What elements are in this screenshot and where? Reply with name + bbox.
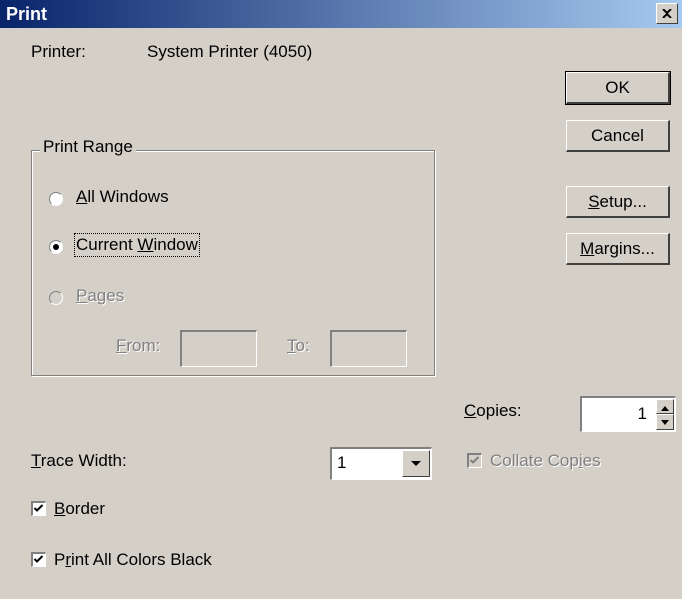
chevron-down-icon — [411, 460, 421, 466]
cancel-button[interactable]: Cancel — [566, 120, 670, 152]
all-windows-label[interactable]: All Windows — [76, 187, 169, 207]
trace-width-dropdown[interactable]: 1 — [330, 447, 432, 480]
window-title: Print — [6, 4, 48, 24]
collate-checkbox[interactable] — [467, 453, 482, 468]
checkmark-icon — [33, 504, 44, 512]
printer-label: Printer: — [31, 42, 86, 61]
copies-label: Copies: — [464, 401, 522, 420]
print-all-black-checkbox[interactable] — [31, 552, 46, 567]
current-window-label[interactable]: Current Window — [74, 233, 200, 257]
close-icon — [662, 9, 672, 18]
copies-up-button[interactable] — [656, 399, 674, 414]
collate-label[interactable]: Collate Copies — [490, 451, 601, 471]
from-label: From: — [116, 336, 161, 355]
all-windows-radio[interactable] — [49, 192, 63, 206]
setup-button[interactable]: Setup... — [566, 186, 670, 218]
from-input[interactable] — [180, 330, 257, 367]
checkmark-icon — [469, 456, 480, 464]
trace-width-label: Trace Width: — [31, 451, 127, 470]
current-window-radio[interactable] — [49, 240, 63, 254]
close-button[interactable] — [656, 3, 678, 24]
title-bar[interactable]: Print — [0, 0, 682, 28]
to-input[interactable] — [330, 330, 407, 367]
border-checkbox[interactable] — [31, 501, 46, 516]
trace-width-dropdown-button[interactable] — [402, 450, 430, 477]
ok-button[interactable]: OK — [565, 71, 671, 105]
margins-button[interactable]: Margins... — [566, 233, 670, 265]
checkmark-icon — [33, 555, 44, 563]
pages-label[interactable]: Pages — [76, 286, 124, 306]
trace-width-value: 1 — [337, 453, 347, 472]
printer-name: System Printer (4050) — [147, 42, 313, 61]
cancel-button-label: Cancel — [591, 125, 644, 145]
to-label: To: — [287, 336, 310, 355]
pages-radio[interactable] — [49, 291, 63, 305]
copies-down-button[interactable] — [656, 414, 674, 430]
setup-button-label: Setup... — [588, 191, 647, 211]
margins-button-label: Margins... — [580, 238, 655, 258]
copies-value: 1 — [637, 404, 647, 423]
border-label[interactable]: Border — [54, 499, 105, 519]
radio-selected-dot — [53, 244, 59, 250]
print-all-black-label[interactable]: Print All Colors Black — [54, 550, 212, 570]
copies-spinner[interactable]: 1 — [580, 396, 676, 432]
print-range-label: Print Range — [40, 137, 136, 157]
ok-button-label: OK — [605, 77, 630, 97]
print-dialog: Print Printer: System Printer (4050) OK … — [0, 0, 682, 599]
arrow-down-icon — [661, 420, 669, 425]
